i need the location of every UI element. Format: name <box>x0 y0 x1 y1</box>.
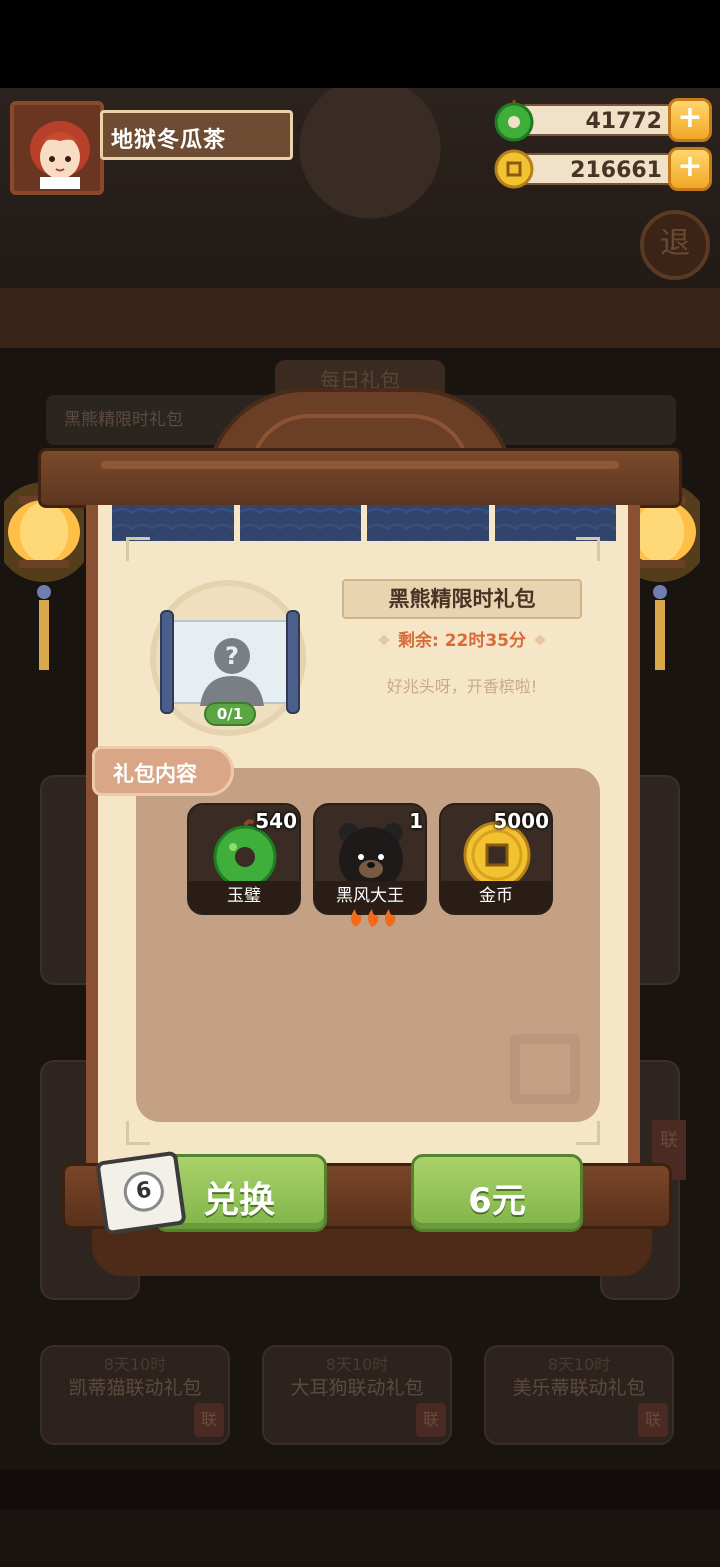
lantern-icon <box>4 480 84 670</box>
collab-card-timer: 8天10时 <box>103 1355 167 1374</box>
pack-item-count: 540 <box>255 809 297 833</box>
background-collab-card: 8天10时 美乐蒂联动礼包 联 <box>484 1345 674 1445</box>
game-screen: 每日礼包 黑熊精限时礼包 退 联 8天10时 凯蒂猫联动礼包 联 8天10时 大… <box>0 0 720 1567</box>
remaining-time-text: 剩余: 22时35分 <box>397 631 527 651</box>
collab-card-label: 凯蒂猫联动礼包 <box>68 1377 202 1399</box>
background-collab-card: 8天10时 凯蒂猫联动礼包 联 <box>40 1345 230 1445</box>
pack-item-count: 5000 <box>493 809 549 833</box>
scroll-roller <box>160 610 174 714</box>
collab-card-timer: 8天10时 <box>547 1355 611 1374</box>
background-table <box>0 288 720 348</box>
pack-portrait: ? 0/1 <box>150 580 306 736</box>
jade-amount: 41772 <box>585 109 662 134</box>
mystery-scroll: ? <box>168 620 292 706</box>
pack-title: 黑熊精限时礼包 <box>342 579 582 619</box>
player-avatar[interactable] <box>10 101 104 195</box>
exchange-button-label: 兑换 <box>203 1180 276 1221</box>
collab-card-tag: 联 <box>416 1403 446 1437</box>
svg-text:?: ? <box>225 642 239 670</box>
player-avatar-portrait <box>30 121 90 189</box>
pack-item-name: 玉璧 <box>189 881 299 913</box>
player-name: 地狱冬瓜茶 <box>111 128 227 153</box>
pack-remaining-time: 剩余: 22时35分 <box>342 626 582 651</box>
pack-contents-tab: 礼包内容 <box>92 746 234 796</box>
jade-counter-pill: 41772 <box>520 104 680 136</box>
add-jade-button[interactable]: + <box>668 98 712 142</box>
fire-rank-icon <box>351 909 396 927</box>
roof-tiles <box>112 505 616 541</box>
pack-item-name: 金币 <box>441 881 551 913</box>
background-exit-button: 退 <box>640 210 710 280</box>
player-name-plate: 地狱冬瓜茶 <box>100 110 293 160</box>
background-strip <box>0 1470 720 1510</box>
collab-card-label: 美乐蒂联动礼包 <box>512 1377 646 1399</box>
pack-contents-title: 礼包内容 <box>113 762 197 786</box>
gold-amount: 216661 <box>570 158 662 183</box>
gold-counter-pill: 216661 <box>520 153 680 185</box>
background-collab-card: 8天10时 大耳狗联动礼包 联 <box>262 1345 452 1445</box>
pack-item-gold[interactable]: 5000 金币 <box>439 803 553 915</box>
pack-item-count: 1 <box>409 809 423 833</box>
pack-item-jade[interactable]: 540 玉璧 <box>187 803 301 915</box>
buy-button[interactable]: 6元 <box>411 1154 583 1232</box>
modal-base <box>92 1226 652 1276</box>
modal-roof-beam <box>38 448 682 508</box>
ticket-number: 6 <box>121 1169 167 1215</box>
collab-card-tag: 联 <box>194 1403 224 1437</box>
pack-item-black-bear[interactable]: 1 黑风大王 <box>313 803 427 927</box>
collab-card-tag: 联 <box>638 1403 668 1437</box>
jade-currency-counter: 41772 + <box>494 98 712 142</box>
pack-progress-badge: 0/1 <box>204 702 256 726</box>
gold-currency-counter: 216661 + <box>494 147 712 191</box>
collab-card-timer: 8天10时 <box>325 1355 389 1374</box>
exchange-ticket-icon: 6 <box>95 1150 187 1236</box>
collab-card-label: 大耳狗联动礼包 <box>290 1377 424 1399</box>
scroll-roller <box>286 610 300 714</box>
gold-coin-icon <box>494 149 534 189</box>
mystery-silhouette-icon: ? <box>200 638 264 706</box>
add-gold-button[interactable]: + <box>668 147 712 191</box>
pack-slogan: 好兆头呀，开香槟啦! <box>386 677 538 696</box>
buy-button-price: 6元 <box>468 1181 526 1221</box>
jade-disc-icon <box>494 100 534 142</box>
